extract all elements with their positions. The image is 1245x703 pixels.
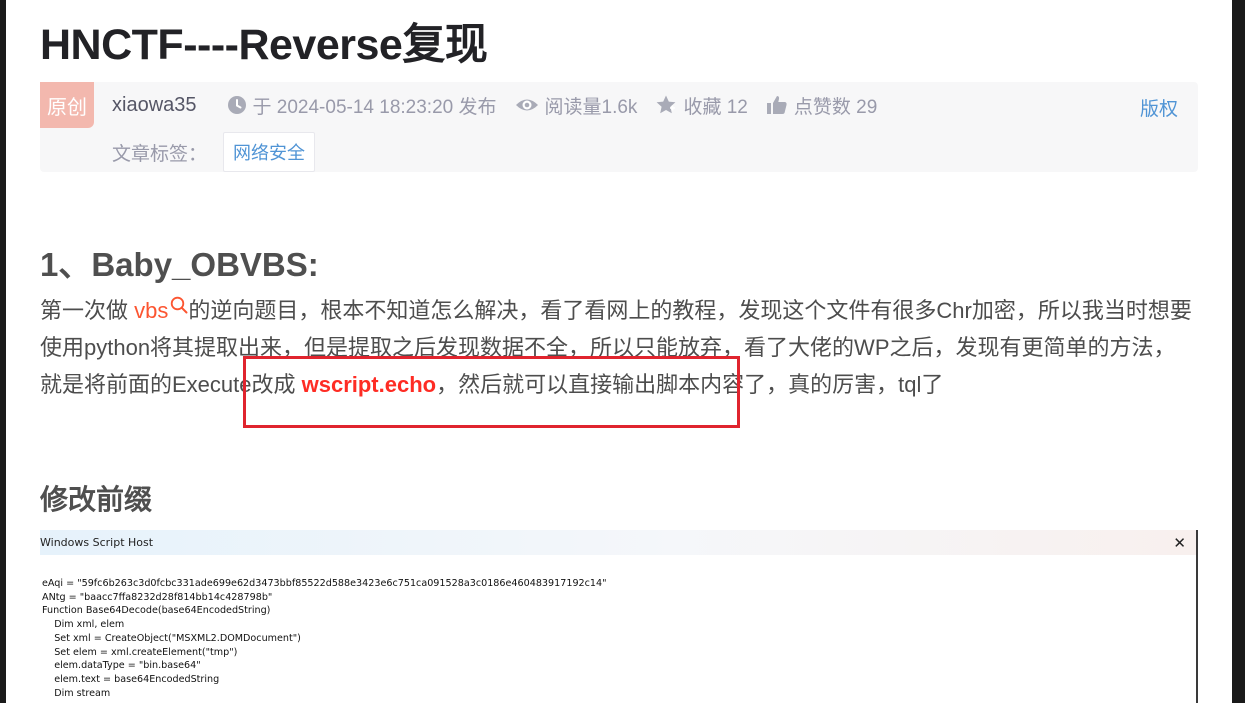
embedded-screenshot: Windows Script Host ✕ eAqi = "59fc6b263c… (40, 530, 1198, 703)
code-line: elem.text = base64EncodedString (42, 673, 220, 685)
article-page: HNCTF----Reverse复现 原创 xiaowa35 于 2024-05… (6, 0, 1232, 703)
dialog-titlebar: Windows Script Host ✕ (40, 530, 1196, 555)
subsection-heading: 修改前缀 (40, 484, 153, 515)
annotation-box (243, 356, 740, 428)
favorite-button[interactable]: 收藏 12 (655, 92, 748, 119)
thumbs-up-icon (766, 96, 787, 114)
publish-time: 于 2024-05-14 18:23:20 发布 (227, 92, 497, 119)
vbs-link[interactable]: vbs (134, 298, 168, 323)
search-icon[interactable] (170, 296, 188, 314)
like-button[interactable]: 点赞数 29 (766, 92, 877, 119)
author-link[interactable]: xiaowa35 (112, 94, 197, 117)
copyright-link[interactable]: 版权 (1140, 94, 1178, 121)
section-heading: 1、Baby_OBVBS: (40, 246, 319, 283)
read-count: 阅读量1.6k (515, 92, 638, 119)
tag-chip[interactable]: 网络安全 (223, 132, 316, 172)
tags-label: 文章标签： (112, 143, 208, 165)
dialog-title: Windows Script Host (40, 536, 154, 549)
like-count: 点赞数 29 (793, 96, 878, 118)
publish-time-text: 于 2024-05-14 18:23:20 发布 (252, 96, 497, 118)
code-line: Dim stream (42, 687, 111, 699)
clock-icon (227, 96, 246, 114)
code-line: Set elem = xml.createElement("tmp") (42, 646, 238, 658)
star-icon (657, 95, 676, 114)
code-line: Set xml = CreateObject("MSXML2.DOMDocume… (42, 632, 301, 644)
read-count-text: 阅读量1.6k (544, 96, 638, 118)
close-icon: ✕ (1173, 533, 1186, 552)
article-meta-box: 原创 xiaowa35 于 2024-05-14 18:23:20 发布 阅读量… (40, 82, 1198, 172)
code-output: eAqi = "59fc6b263c3d0fcbc331ade699e62d34… (40, 555, 1196, 700)
paragraph-text: 第一次做 (40, 298, 135, 323)
favorite-count: 收藏 12 (683, 96, 748, 118)
article-title: HNCTF----Reverse复现 (40, 21, 488, 69)
code-line: eAqi = "59fc6b263c3d0fcbc331ade699e62d34… (42, 578, 607, 589)
meta-row: xiaowa35 于 2024-05-14 18:23:20 发布 阅读量1.6… (112, 92, 895, 118)
code-line: ANtg = "baacc7ffa8232d28f814bb14c428798b… (42, 591, 273, 603)
eye-icon (515, 99, 538, 111)
code-line: Dim xml, elem (42, 619, 125, 631)
code-line: elem.dataType = "bin.base64" (42, 660, 201, 672)
tag-row: 文章标签： 网络安全 (112, 132, 316, 172)
code-line: Function Base64Decode(base64EncodedStrin… (42, 605, 271, 617)
original-badge: 原创 (40, 82, 94, 128)
